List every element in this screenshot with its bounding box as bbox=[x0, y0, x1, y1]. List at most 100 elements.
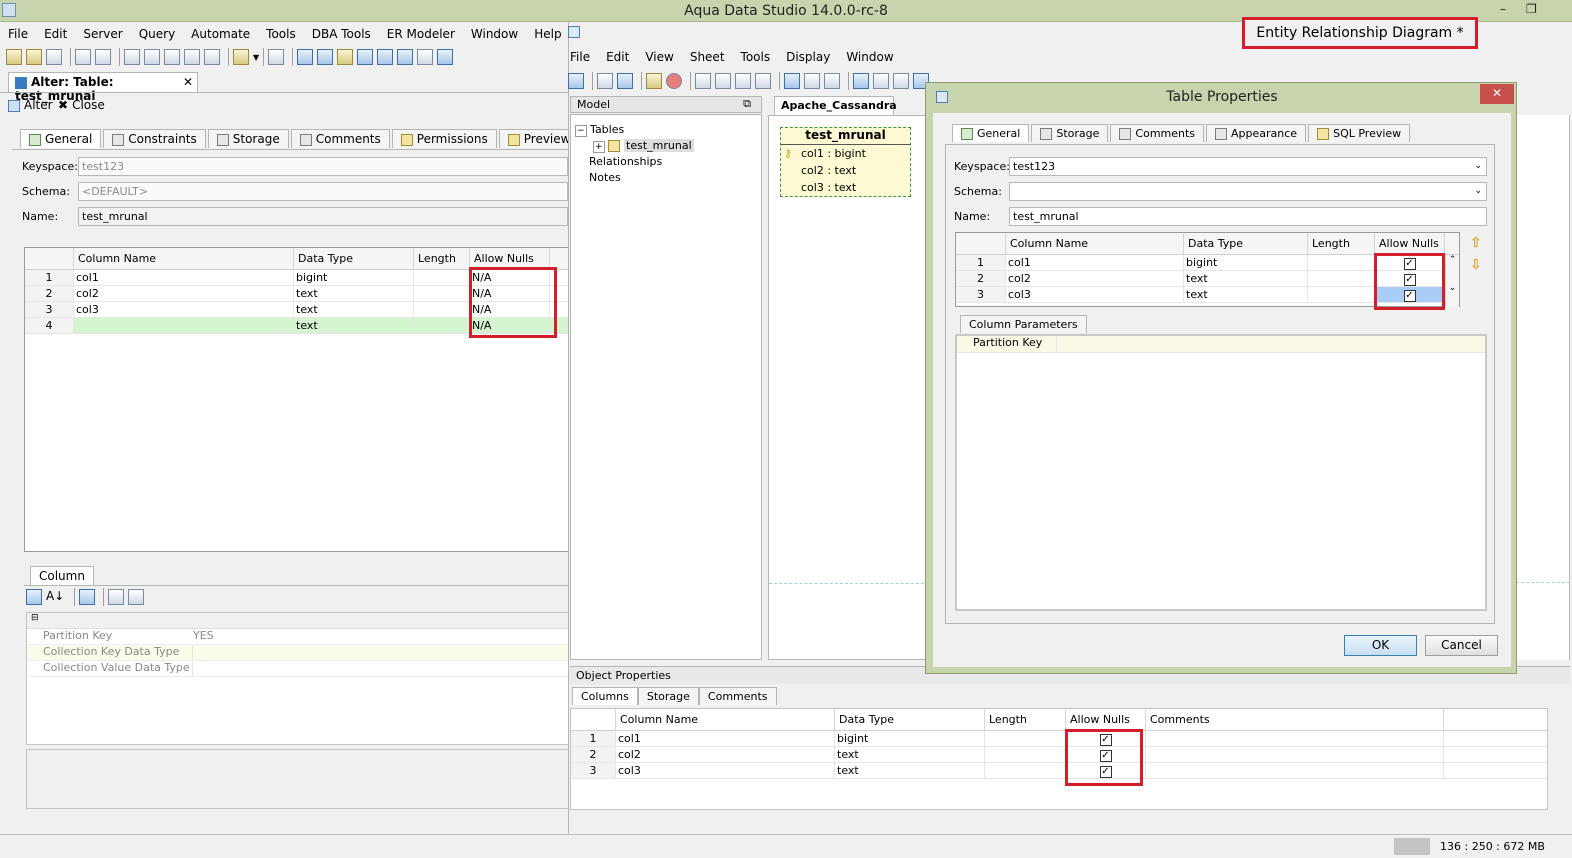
cell-length[interactable] bbox=[1308, 271, 1375, 286]
cell-name[interactable]: col3 bbox=[74, 302, 294, 317]
zoom-in-icon[interactable] bbox=[715, 73, 731, 89]
col-header-nulls[interactable]: Allow Nulls bbox=[1066, 709, 1146, 730]
compare-icon[interactable] bbox=[184, 49, 200, 65]
entity-icon[interactable] bbox=[784, 73, 800, 89]
dlg-tab-general[interactable]: General bbox=[952, 124, 1030, 142]
alter-action[interactable]: Alter bbox=[8, 98, 53, 112]
col-header-nulls[interactable]: Allow Nulls bbox=[470, 248, 550, 269]
cell-comments[interactable] bbox=[1146, 763, 1444, 778]
collapse-group-icon[interactable]: ⊟ bbox=[27, 613, 568, 629]
query-icon[interactable] bbox=[75, 49, 91, 65]
menu-tools[interactable]: Tools bbox=[258, 24, 304, 44]
grid-scrollbar[interactable]: ⌃ ⌄ bbox=[1445, 255, 1459, 307]
cell-length[interactable] bbox=[414, 318, 470, 333]
format-icon[interactable] bbox=[646, 73, 662, 89]
cancel-button[interactable]: Cancel bbox=[1425, 635, 1498, 656]
er-menu-view[interactable]: View bbox=[637, 47, 681, 67]
cell-name[interactable]: col2 bbox=[616, 747, 835, 762]
chevron-down-icon[interactable]: ⌄ bbox=[1474, 184, 1482, 199]
dlg-name-field[interactable]: test_mrunal bbox=[1009, 207, 1487, 226]
scroll-up-icon[interactable]: ⌃ bbox=[1446, 255, 1459, 265]
col-header-length[interactable]: Length bbox=[414, 248, 470, 269]
layout-8-icon[interactable] bbox=[437, 49, 454, 65]
dlg-tab-storage[interactable]: Storage bbox=[1031, 124, 1109, 142]
tab-general[interactable]: General bbox=[20, 129, 102, 148]
dlg-keyspace-select[interactable]: test123 ⌄ bbox=[1009, 157, 1487, 176]
dropdown-arrow-icon[interactable]: ▼ bbox=[253, 53, 259, 62]
connect-icon[interactable] bbox=[46, 49, 62, 65]
table-icon[interactable] bbox=[124, 49, 140, 65]
tree-node-table[interactable]: + test_mrunal bbox=[593, 139, 694, 153]
layout-4-icon[interactable] bbox=[357, 49, 374, 65]
dlg-tab-sql-preview[interactable]: SQL Preview bbox=[1308, 124, 1411, 142]
cell-length[interactable] bbox=[414, 270, 470, 285]
print-icon[interactable] bbox=[597, 73, 613, 89]
tab-comments[interactable]: Comments bbox=[698, 687, 777, 705]
tab-columns[interactable]: Columns bbox=[572, 687, 638, 705]
close-tab-icon[interactable]: ✕ bbox=[183, 75, 193, 89]
table-row[interactable]: 3 col3 text ✓ bbox=[571, 763, 1547, 779]
param-row[interactable]: Partition Key bbox=[957, 336, 1485, 353]
maximize-button[interactable]: ❐ bbox=[1526, 2, 1537, 16]
prop-row[interactable]: Collection Value Data Type bbox=[27, 661, 568, 677]
cell-type[interactable]: bigint bbox=[294, 270, 414, 285]
relation-icon[interactable] bbox=[804, 73, 820, 89]
col-header-type[interactable]: Data Type bbox=[294, 248, 414, 269]
er-menu-file[interactable]: File bbox=[562, 47, 598, 67]
menu-file[interactable]: File bbox=[0, 24, 36, 44]
categorized-icon[interactable] bbox=[26, 589, 42, 605]
cell-type[interactable]: text bbox=[835, 763, 985, 778]
er-menu-window[interactable]: Window bbox=[838, 47, 901, 67]
restore-panel-icon[interactable]: ⧉ bbox=[743, 97, 751, 111]
zoom-out-icon[interactable] bbox=[735, 73, 751, 89]
cell-name[interactable]: col2 bbox=[1006, 271, 1184, 286]
chevron-down-icon[interactable]: ⌄ bbox=[1474, 159, 1482, 174]
er-menu-edit[interactable]: Edit bbox=[598, 47, 637, 67]
cell-type[interactable]: text bbox=[835, 747, 985, 762]
tab-constraints[interactable]: Constraints bbox=[103, 129, 206, 148]
tab-comments[interactable]: Comments bbox=[290, 129, 390, 148]
cell-type[interactable]: bigint bbox=[1184, 255, 1308, 270]
zoom-icon[interactable] bbox=[755, 73, 771, 89]
table-row[interactable]: 1 col1 bigint ✓ bbox=[571, 731, 1547, 747]
description-icon[interactable] bbox=[79, 589, 96, 605]
layout-3-icon[interactable] bbox=[337, 49, 354, 65]
menu-edit[interactable]: Edit bbox=[36, 24, 75, 44]
alter-table-doc-tab[interactable]: Alter: Table: test_mrunal ✕ bbox=[8, 72, 198, 103]
layout-5-icon[interactable] bbox=[377, 49, 394, 65]
layout-2-icon[interactable] bbox=[317, 49, 334, 65]
keyspace-field[interactable]: test123 bbox=[78, 157, 568, 176]
dlg-schema-select[interactable]: ⌄ bbox=[1009, 182, 1487, 201]
prop-row[interactable]: Partition Key YES bbox=[27, 629, 568, 645]
col-header-type[interactable]: Data Type bbox=[835, 709, 985, 730]
cell-name[interactable]: col2 bbox=[74, 286, 294, 301]
col-header-length[interactable]: Length bbox=[985, 709, 1066, 730]
query-analyzer-icon[interactable] bbox=[95, 49, 111, 65]
tab-column[interactable]: Column bbox=[30, 566, 94, 585]
expand-icon[interactable]: + bbox=[593, 141, 605, 153]
cell-type[interactable]: text bbox=[294, 318, 414, 333]
cell-name[interactable]: col1 bbox=[74, 270, 294, 285]
register-server-icon[interactable] bbox=[26, 49, 42, 65]
col-header-name[interactable]: Column Name bbox=[74, 248, 294, 269]
prop-value[interactable]: YES bbox=[193, 629, 214, 644]
schema-field[interactable]: <DEFAULT> bbox=[78, 182, 568, 201]
cell-name[interactable] bbox=[74, 318, 294, 333]
menu-help[interactable]: Help bbox=[526, 24, 569, 44]
cell-name[interactable]: col1 bbox=[616, 731, 835, 746]
move-down-arrow-icon[interactable]: ⇩ bbox=[1470, 257, 1482, 273]
cell-name[interactable]: col3 bbox=[616, 763, 835, 778]
expand-all-icon[interactable] bbox=[108, 589, 125, 605]
menu-er-modeler[interactable]: ER Modeler bbox=[379, 24, 463, 44]
tab-permissions[interactable]: Permissions bbox=[391, 129, 497, 148]
entity-column[interactable]: col3 : text bbox=[781, 179, 910, 196]
window-icon[interactable] bbox=[268, 49, 285, 65]
cell-name[interactable]: col3 bbox=[1006, 287, 1184, 302]
sort-alpha-icon[interactable]: A↓ bbox=[46, 589, 64, 603]
er-menu-display[interactable]: Display bbox=[778, 47, 838, 67]
layout-7-icon[interactable] bbox=[417, 49, 434, 65]
tree-node-relationships[interactable]: Relationships bbox=[589, 155, 662, 168]
er-menu-sheet[interactable]: Sheet bbox=[682, 47, 733, 67]
tab-column-parameters[interactable]: Column Parameters bbox=[960, 315, 1087, 333]
stop-icon[interactable] bbox=[666, 73, 682, 89]
